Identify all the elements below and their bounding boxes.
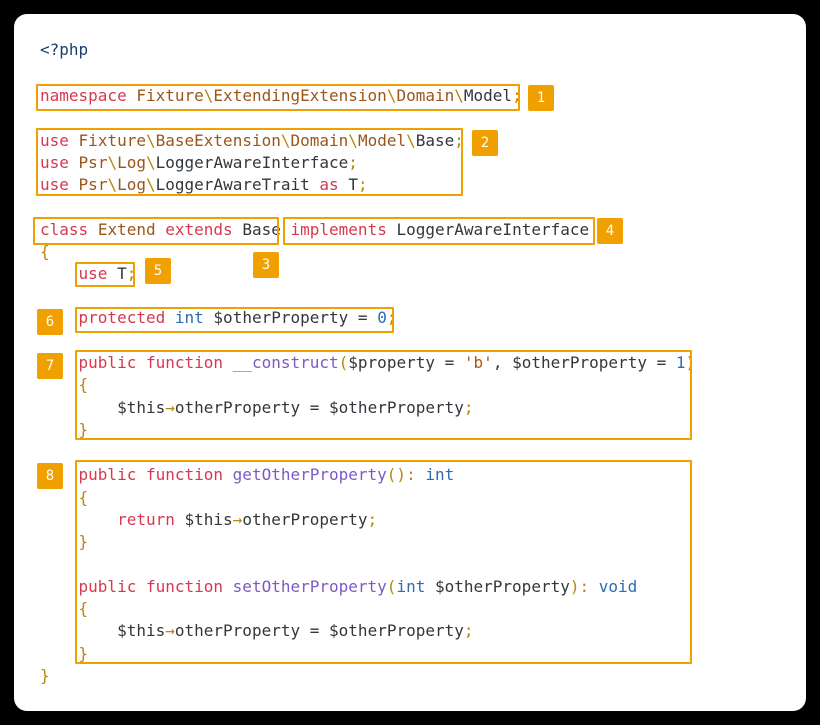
annotation-badge-8: 8 <box>37 463 63 489</box>
annotation-badge-1: 1 <box>528 85 554 111</box>
annotation-box-7 <box>75 350 692 440</box>
annotation-box-8 <box>75 460 692 664</box>
annotation-box-3 <box>33 217 279 245</box>
annotation-box-4 <box>283 217 595 245</box>
annotation-badge-6: 6 <box>37 309 63 335</box>
annotation-box-5 <box>75 262 135 287</box>
annotation-layer: 1 2 3 4 5 6 7 8 <box>14 14 806 711</box>
annotation-badge-2: 2 <box>472 130 498 156</box>
annotation-badge-5: 5 <box>145 258 171 284</box>
page-background: { "page": { "background": "#000000" }, "… <box>0 0 820 725</box>
annotation-badge-4: 4 <box>597 218 623 244</box>
code-snippet-card: <?phpnamespace Fixture\ExtendingExtensio… <box>14 14 806 711</box>
annotation-box-6 <box>75 307 394 333</box>
annotation-box-2 <box>36 128 463 196</box>
annotation-badge-7: 7 <box>37 353 63 379</box>
annotation-box-1 <box>36 84 520 111</box>
annotation-badge-3: 3 <box>253 252 279 278</box>
